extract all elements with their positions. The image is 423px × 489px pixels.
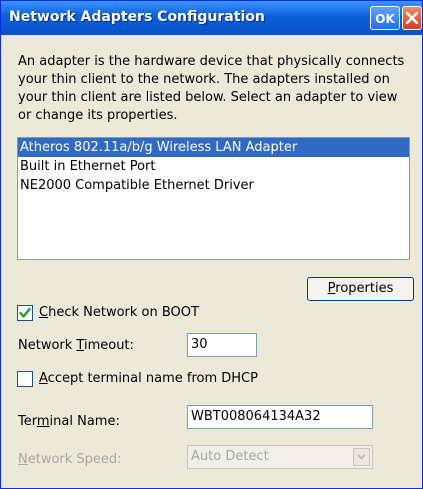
network-speed-label: Network Speed: <box>18 452 122 467</box>
terminal-name-label: Terminal Name: <box>18 414 120 429</box>
properties-button-label-post: roperties <box>335 281 394 296</box>
title-bar: Network Adapters Configuration OK <box>1 1 422 35</box>
network-timeout-mnemonic: T <box>76 338 84 353</box>
network-timeout-label-pre: Network <box>18 338 77 353</box>
window-title: Network Adapters Configuration <box>9 9 265 25</box>
check-network-label: Check Network on BOOT <box>39 305 199 320</box>
network-speed-value: Auto Detect <box>191 449 269 464</box>
close-icon <box>406 12 418 24</box>
description-text: An adapter is the hardware device that p… <box>18 54 405 123</box>
network-speed-label-post: etwork Speed: <box>27 452 122 467</box>
terminal-name-input[interactable]: WBT008064134A32 <box>187 405 373 429</box>
checkmark-icon <box>19 307 31 318</box>
check-network-label-post: heck Network on BOOT <box>48 305 199 320</box>
ok-button[interactable]: OK <box>370 6 400 30</box>
network-timeout-label: Network Timeout: <box>18 338 134 353</box>
adapters-listbox[interactable]: Atheros 802.11a/b/g Wireless LAN Adapter… <box>17 137 410 260</box>
terminal-name-label-post: inal Name: <box>49 414 120 429</box>
chevron-down-icon <box>357 454 366 460</box>
accept-terminal-label: Accept terminal name from DHCP <box>39 371 258 386</box>
list-item[interactable]: Built in Ethernet Port <box>18 157 409 176</box>
dialog-window: Network Adapters Configuration OK An ada… <box>0 0 423 489</box>
accept-terminal-mnemonic: A <box>39 371 48 386</box>
terminal-name-mnemonic: m <box>36 414 50 429</box>
accept-terminal-label-post: ccept terminal name from DHCP <box>47 371 258 386</box>
network-speed-mnemonic: N <box>18 452 28 467</box>
check-network-checkbox[interactable] <box>17 305 33 321</box>
check-network-mnemonic: C <box>39 305 49 320</box>
dropdown-button <box>353 448 370 466</box>
terminal-name-label-pre: Ter <box>18 414 37 429</box>
list-item[interactable]: Atheros 802.11a/b/g Wireless LAN Adapter <box>18 138 409 157</box>
properties-button[interactable]: Properties <box>307 277 414 301</box>
network-timeout-label-post: imeout: <box>83 338 134 353</box>
network-speed-select: Auto Detect <box>187 445 373 469</box>
accept-terminal-checkbox[interactable] <box>17 371 33 387</box>
close-button[interactable] <box>402 6 422 30</box>
list-item[interactable]: NE2000 Compatible Ethernet Driver <box>18 176 409 195</box>
network-timeout-input[interactable]: 30 <box>187 333 257 357</box>
